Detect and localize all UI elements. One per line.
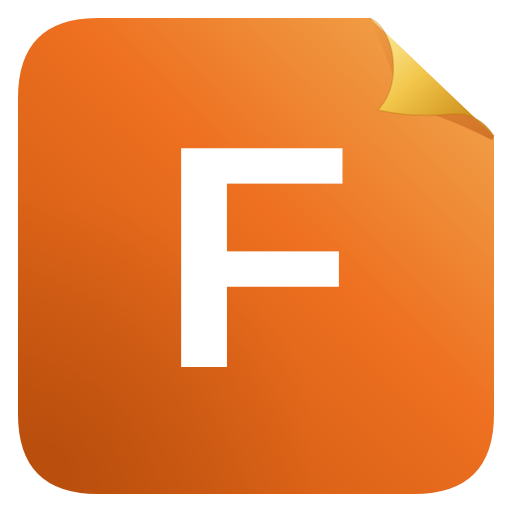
app-icon-stage: F — [0, 0, 512, 512]
document-app-icon[interactable] — [0, 0, 512, 512]
